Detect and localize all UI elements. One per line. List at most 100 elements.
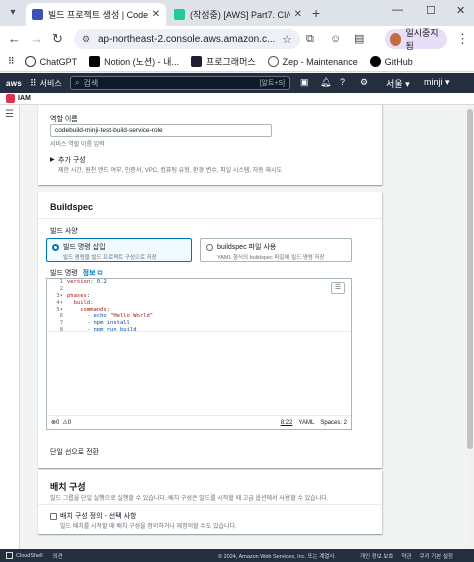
help-icon[interactable]: ? xyxy=(340,77,345,87)
settings-gear-icon[interactable]: ⚙ xyxy=(360,77,368,88)
fold-icon[interactable]: ▾ xyxy=(60,300,63,306)
programmers-icon xyxy=(190,56,202,67)
extension-icon[interactable]: ⧉ xyxy=(306,31,314,47)
batch-config-checkbox[interactable] xyxy=(50,513,57,520)
line-number: 2 xyxy=(59,285,63,292)
services-menu[interactable]: 서비스 xyxy=(40,78,62,89)
option-title: 빌드 명령 삽입 xyxy=(63,244,106,251)
chatgpt-icon xyxy=(24,56,36,67)
browser-tab-bar: ▾ 빌드 프로젝트 생성 | CodeBuild ✕ (작성중) [AWS] P… xyxy=(0,0,474,26)
editor-settings-icon[interactable]: ☰ xyxy=(331,282,345,294)
page-scrollbar[interactable] xyxy=(466,105,474,549)
radio-unselected[interactable] xyxy=(206,244,213,251)
favorites-bar: IAM xyxy=(0,93,474,105)
close-tab-icon[interactable]: ✕ xyxy=(294,9,302,20)
profile-icon[interactable]: ☺ xyxy=(330,31,341,47)
batch-heading: 배치 구성 xyxy=(50,482,86,492)
close-tab-icon[interactable]: ✕ xyxy=(152,9,160,20)
search-icon: ⌕ xyxy=(75,78,80,87)
line-number: 7 xyxy=(59,320,63,327)
bookmark-programmers[interactable]: 프로그래머스 xyxy=(190,55,256,68)
cookie-preferences-link[interactable]: 쿠키 기본 설정 xyxy=(420,552,453,560)
code-lines[interactable]: version: 0.2 phases: build: commands: - … xyxy=(67,279,153,334)
batch-config-checkbox-label[interactable]: 배치 구성 정의 - 선택 사항 xyxy=(60,511,136,521)
build-spec-label: 빌드 사양 xyxy=(50,228,78,235)
notion-icon xyxy=(89,56,101,67)
region-selector[interactable]: 서울 ▾ xyxy=(386,77,410,90)
bookmark-github[interactable]: GitHub xyxy=(369,56,413,67)
option-desc: 빌드 명령을 빌드 프로젝트 구성으로 저장 xyxy=(63,255,157,261)
bookmarks-bar: ⠿ ChatGPT Notion (노션) - 내... 프로그래머스 Zep … xyxy=(0,52,474,72)
line-number: 4▾ xyxy=(56,299,63,306)
avatar xyxy=(390,32,402,46)
additional-config-toggle[interactable]: 추가 구성 xyxy=(58,155,86,165)
terminal-icon[interactable]: ▣ xyxy=(300,77,309,88)
services-grid-icon[interactable]: ⠿ xyxy=(30,78,37,89)
maximize-icon[interactable]: ☐ xyxy=(426,4,436,17)
fold-icon[interactable]: ▾ xyxy=(60,293,63,299)
fold-icon[interactable]: ▾ xyxy=(60,307,63,313)
use-buildspec-file-option[interactable]: buildspec 파일 사용 YAML 형식의 buildspec 파일에 빌… xyxy=(200,238,352,262)
cloudshell-icon xyxy=(6,552,13,559)
info-link[interactable]: 정보 xyxy=(83,270,96,277)
browser-tab-velog[interactable]: (작성중) [AWS] Part7. CI/CD ✕ xyxy=(168,3,308,26)
close-window-icon[interactable]: ✕ xyxy=(456,4,465,17)
line-number: 3▾ xyxy=(56,292,63,299)
batch-desc: 빌드 그룹을 단일 실행으로 실행할 수 있습니다. 배치 구성은 빌드를 시작… xyxy=(50,496,329,502)
cursor-position[interactable]: 8:22 xyxy=(281,420,293,426)
bookmark-star-icon[interactable]: ☆ xyxy=(282,33,292,46)
iam-shortcut[interactable]: IAM xyxy=(18,95,31,102)
warning-count[interactable]: ⚠0 xyxy=(62,419,71,426)
line-number: 1 xyxy=(59,279,63,285)
codebuild-favicon-icon xyxy=(32,9,43,20)
browser-menu-icon[interactable]: ⋮ xyxy=(456,31,469,47)
notification-bell-icon[interactable]: 🔔︎ xyxy=(320,77,331,88)
reload-icon[interactable]: ↻ xyxy=(52,31,63,47)
switch-to-single-line[interactable]: 단일 선으로 전환 xyxy=(50,447,99,457)
new-tab-icon[interactable]: + xyxy=(312,5,320,21)
editor-status-bar: ⊗0 ⚠0 8:22 YAML Spaces: 2 xyxy=(47,415,351,429)
page-scrollbar-thumb[interactable] xyxy=(467,109,473,449)
divider xyxy=(38,218,382,219)
code-line: phases: xyxy=(67,292,91,299)
side-panel-icon[interactable]: ▤ xyxy=(354,31,364,47)
back-icon[interactable]: ← xyxy=(8,31,21,47)
code-editor[interactable]: 1 2 3▾ 4▾ 5▾ 6 7 8 version: 0.2 phases: … xyxy=(46,278,352,430)
browser-tab-codebuild[interactable]: 빌드 프로젝트 생성 | CodeBuild ✕ xyxy=(26,3,166,26)
radio-selected[interactable] xyxy=(52,244,59,251)
error-count[interactable]: ⊗0 xyxy=(51,419,59,426)
minimize-icon[interactable]: — xyxy=(392,4,403,16)
insert-commands-option[interactable]: 빌드 명령 삽입 빌드 명령을 빌드 프로젝트 구성으로 저장 xyxy=(46,238,192,262)
tab-list-icon[interactable]: ▾ xyxy=(6,6,20,20)
terms-link[interactable]: 약관 xyxy=(401,552,411,560)
footer-links: 개인 정보 보호 약관 쿠키 기본 설정 xyxy=(360,552,453,560)
feedback-link[interactable]: 의견 xyxy=(53,552,63,560)
velog-favicon-icon xyxy=(174,9,185,20)
role-name-input[interactable]: codebuild-minji-test-build-service-role xyxy=(50,124,272,137)
additional-config-desc: 제한 시간, 원천 엔드 여부, 인증서, VPC, 컴퓨팅 유형, 환경 변수… xyxy=(58,168,282,174)
site-info-icon[interactable]: ⚙ xyxy=(82,34,92,44)
editor-divider xyxy=(47,331,351,332)
paused-label: 일시중지됨 xyxy=(405,28,439,51)
search-input[interactable]: ⌕ 검색 [알트+S] xyxy=(70,76,290,90)
account-menu[interactable]: minji ▾ xyxy=(424,77,450,88)
aws-logo[interactable]: aws xyxy=(6,79,22,88)
privacy-link[interactable]: 개인 정보 보호 xyxy=(360,552,393,560)
role-name-hint: 서비스 역할 이름 입력 xyxy=(50,142,105,148)
hamburger-menu-icon[interactable]: ☰ xyxy=(5,109,14,120)
bookmark-notion[interactable]: Notion (노션) - 내... xyxy=(89,55,179,68)
url-bar[interactable]: ⚙ ap-northeast-2.console.aws.amazon.c...… xyxy=(74,29,300,49)
cloudshell-button[interactable]: CloudShell xyxy=(6,552,43,559)
iam-icon xyxy=(6,94,15,103)
bookmarks-apps-icon[interactable]: ⠿ xyxy=(8,56,15,67)
copyright: © 2024, Amazon Web Services, Inc. 또는 계열사… xyxy=(218,553,336,560)
bookmark-chatgpt[interactable]: ChatGPT xyxy=(24,56,77,67)
bookmark-zep[interactable]: Zep - Maintenance xyxy=(267,56,358,67)
editor-spaces: Spaces: 2 xyxy=(320,419,347,426)
console-footer: CloudShell 의견 © 2024, Amazon Web Service… xyxy=(0,549,474,562)
paused-sync-button[interactable]: 일시중지됨 xyxy=(385,28,447,51)
forward-icon[interactable]: → xyxy=(30,31,43,47)
code-line: commands: xyxy=(80,306,111,313)
expand-caret-icon[interactable]: ▶ xyxy=(50,156,55,163)
